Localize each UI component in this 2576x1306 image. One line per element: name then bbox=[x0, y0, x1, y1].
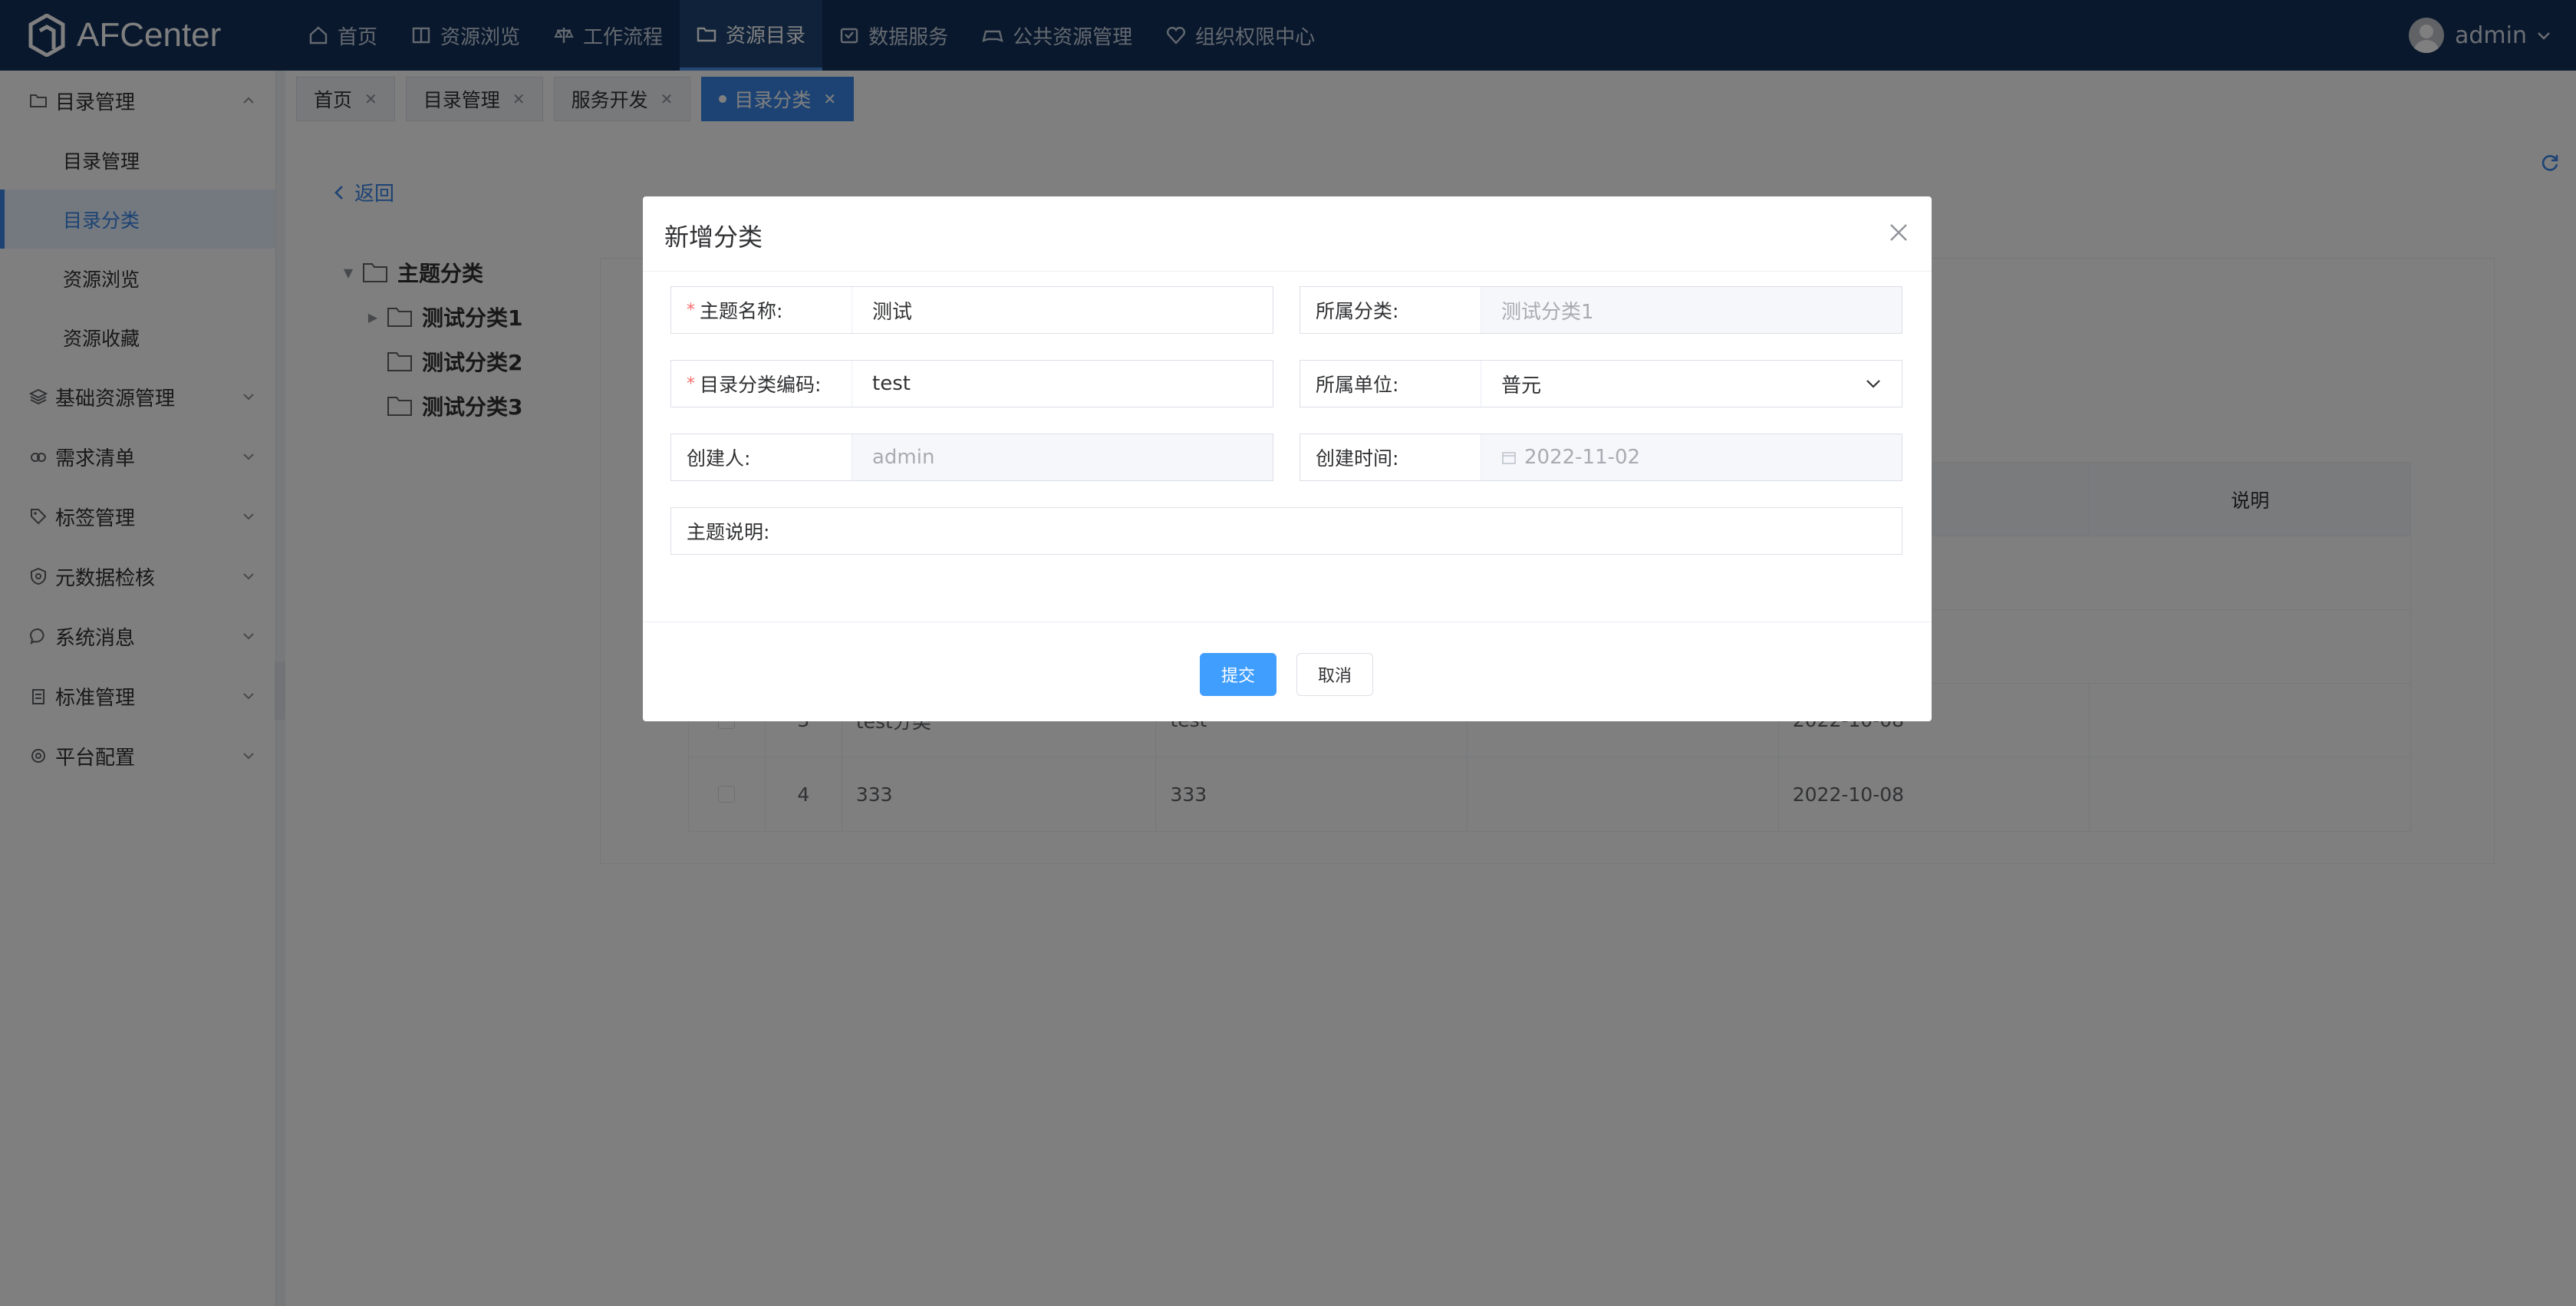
theme-name-input[interactable]: 测试 bbox=[852, 287, 1273, 333]
dialog-title: 新增分类 bbox=[664, 223, 763, 252]
cancel-button[interactable]: 取消 bbox=[1296, 653, 1373, 696]
chevron-down-icon bbox=[1866, 380, 1880, 388]
required-mark: * bbox=[687, 300, 695, 320]
close-icon[interactable] bbox=[1887, 221, 1910, 244]
theme-description-field: 主题说明: bbox=[670, 507, 1902, 555]
unit-select[interactable]: 普元 bbox=[1481, 361, 1902, 407]
calendar-icon bbox=[1502, 452, 1516, 464]
category-code-input[interactable]: test bbox=[852, 361, 1273, 407]
theme-name-field: * 主题名称: 测试 bbox=[670, 286, 1273, 334]
parent-category-field: 所属分类: 测试分类1 bbox=[1300, 286, 1902, 334]
add-category-dialog: 新增分类 * 主题名称: 测试 所属分类: 测试分类1 * 目录分类编码: test… bbox=[643, 196, 1932, 721]
unit-field: 所属单位: 普元 bbox=[1300, 360, 1902, 407]
category-code-field: * 目录分类编码: test bbox=[670, 360, 1273, 407]
submit-button[interactable]: 提交 bbox=[1200, 653, 1276, 696]
created-time-field: 创建时间: 2022-11-02 bbox=[1300, 434, 1902, 481]
dialog-footer: 提交 取消 bbox=[643, 622, 1932, 721]
dialog-header: 新增分类 bbox=[643, 196, 1932, 272]
parent-category-input: 测试分类1 bbox=[1481, 287, 1902, 333]
creator-input: admin bbox=[852, 434, 1273, 480]
theme-description-input[interactable] bbox=[852, 508, 1902, 554]
required-mark: * bbox=[687, 374, 695, 394]
created-time-input: 2022-11-02 bbox=[1481, 434, 1902, 480]
creator-field: 创建人: admin bbox=[670, 434, 1273, 481]
